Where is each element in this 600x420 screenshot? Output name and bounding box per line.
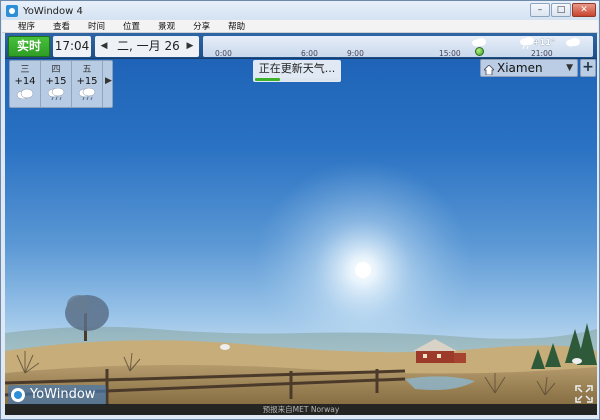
weather-scene: 实时 17:04 ◀ 二, 一月 26 ▶ 0:00 6:00 9:00 15:… — [5, 33, 597, 415]
add-location-button[interactable]: + — [580, 59, 596, 77]
day-timeline[interactable]: 0:00 6:00 9:00 15:00 21:00 +11° — [203, 36, 593, 57]
timeline-tick: 6:00 — [301, 49, 318, 57]
forecast-credit: 预报来自MET Norway — [5, 404, 597, 415]
forecast-day-name: 五 — [82, 65, 92, 75]
location-name: Xiamen — [497, 61, 543, 75]
window-title: YoWindow 4 — [23, 5, 83, 17]
app-logo-icon — [6, 5, 18, 17]
date-label: 二, 一月 26 — [117, 39, 180, 53]
close-button[interactable]: ✕ — [572, 3, 596, 17]
timeline-temperature: +11° — [533, 38, 555, 47]
previous-day-arrow-icon[interactable]: ◀ — [97, 36, 111, 57]
update-status-banner: 正在更新天气... — [253, 60, 341, 82]
title-bar: YoWindow 4 – □ ✕ — [1, 1, 599, 21]
forecast-day-name: 三 — [20, 65, 30, 75]
timeline-tick: 0:00 — [215, 49, 232, 57]
app-window: YoWindow 4 – □ ✕ 程序 查看 时间 位置 景观 分享 帮助 实时… — [0, 0, 600, 420]
yowindow-brand[interactable]: YoWindow — [8, 385, 106, 405]
forecast-day[interactable]: 四 +15 — [41, 61, 72, 107]
menu-bar: 程序 查看 时间 位置 景观 分享 帮助 — [2, 20, 598, 33]
menu-landscape[interactable]: 景观 — [149, 20, 184, 32]
menu-share[interactable]: 分享 — [184, 20, 219, 32]
timeline-handle[interactable] — [475, 47, 484, 56]
time-control-bar: 实时 17:04 ◀ 二, 一月 26 ▶ 0:00 6:00 9:00 15:… — [5, 33, 597, 59]
menu-location[interactable]: 位置 — [114, 20, 149, 32]
cloud-icon — [10, 88, 40, 99]
menu-help[interactable]: 帮助 — [219, 20, 254, 32]
home-icon — [483, 63, 495, 76]
update-progress-fill — [255, 78, 281, 81]
maximize-button[interactable]: □ — [551, 3, 571, 17]
chevron-down-icon: ▼ — [566, 63, 573, 73]
forecast-next-arrow-icon[interactable]: ▶ — [105, 76, 112, 86]
timeline-tick: 15:00 — [439, 49, 461, 57]
sun — [355, 262, 371, 278]
location-selector[interactable]: Xiamen ▼ — [480, 59, 578, 77]
rain-cloud-icon — [72, 88, 102, 101]
cloud-icon — [565, 37, 581, 50]
forecast-day-name: 四 — [51, 65, 61, 75]
yowindow-logo-icon — [11, 388, 25, 402]
forecast-temp: +15 — [76, 76, 98, 87]
forecast-day[interactable]: 三 +14 — [10, 61, 41, 107]
menu-time[interactable]: 时间 — [79, 20, 114, 32]
date-selector: ◀ 二, 一月 26 ▶ — [95, 36, 199, 57]
menu-program[interactable]: 程序 — [2, 20, 44, 32]
forecast-panel: 三 +14 四 +15 五 +15 ▶ — [9, 60, 113, 108]
rain-cloud-icon — [41, 88, 71, 101]
forecast-temp: +14 — [14, 76, 36, 87]
now-button[interactable]: 实时 — [8, 36, 50, 57]
update-status-text: 正在更新天气... — [258, 62, 336, 75]
timeline-tick: 9:00 — [347, 49, 364, 57]
forecast-temp: +15 — [45, 76, 67, 87]
brand-name: YoWindow — [30, 387, 96, 402]
menu-view[interactable]: 查看 — [44, 20, 79, 32]
fullscreen-icon[interactable] — [575, 385, 593, 403]
minimize-button[interactable]: – — [530, 3, 550, 17]
forecast-day[interactable]: 五 +15 — [72, 61, 103, 107]
next-day-arrow-icon[interactable]: ▶ — [183, 36, 197, 57]
current-time[interactable]: 17:04 — [53, 36, 91, 57]
update-progress-bar — [255, 78, 339, 81]
